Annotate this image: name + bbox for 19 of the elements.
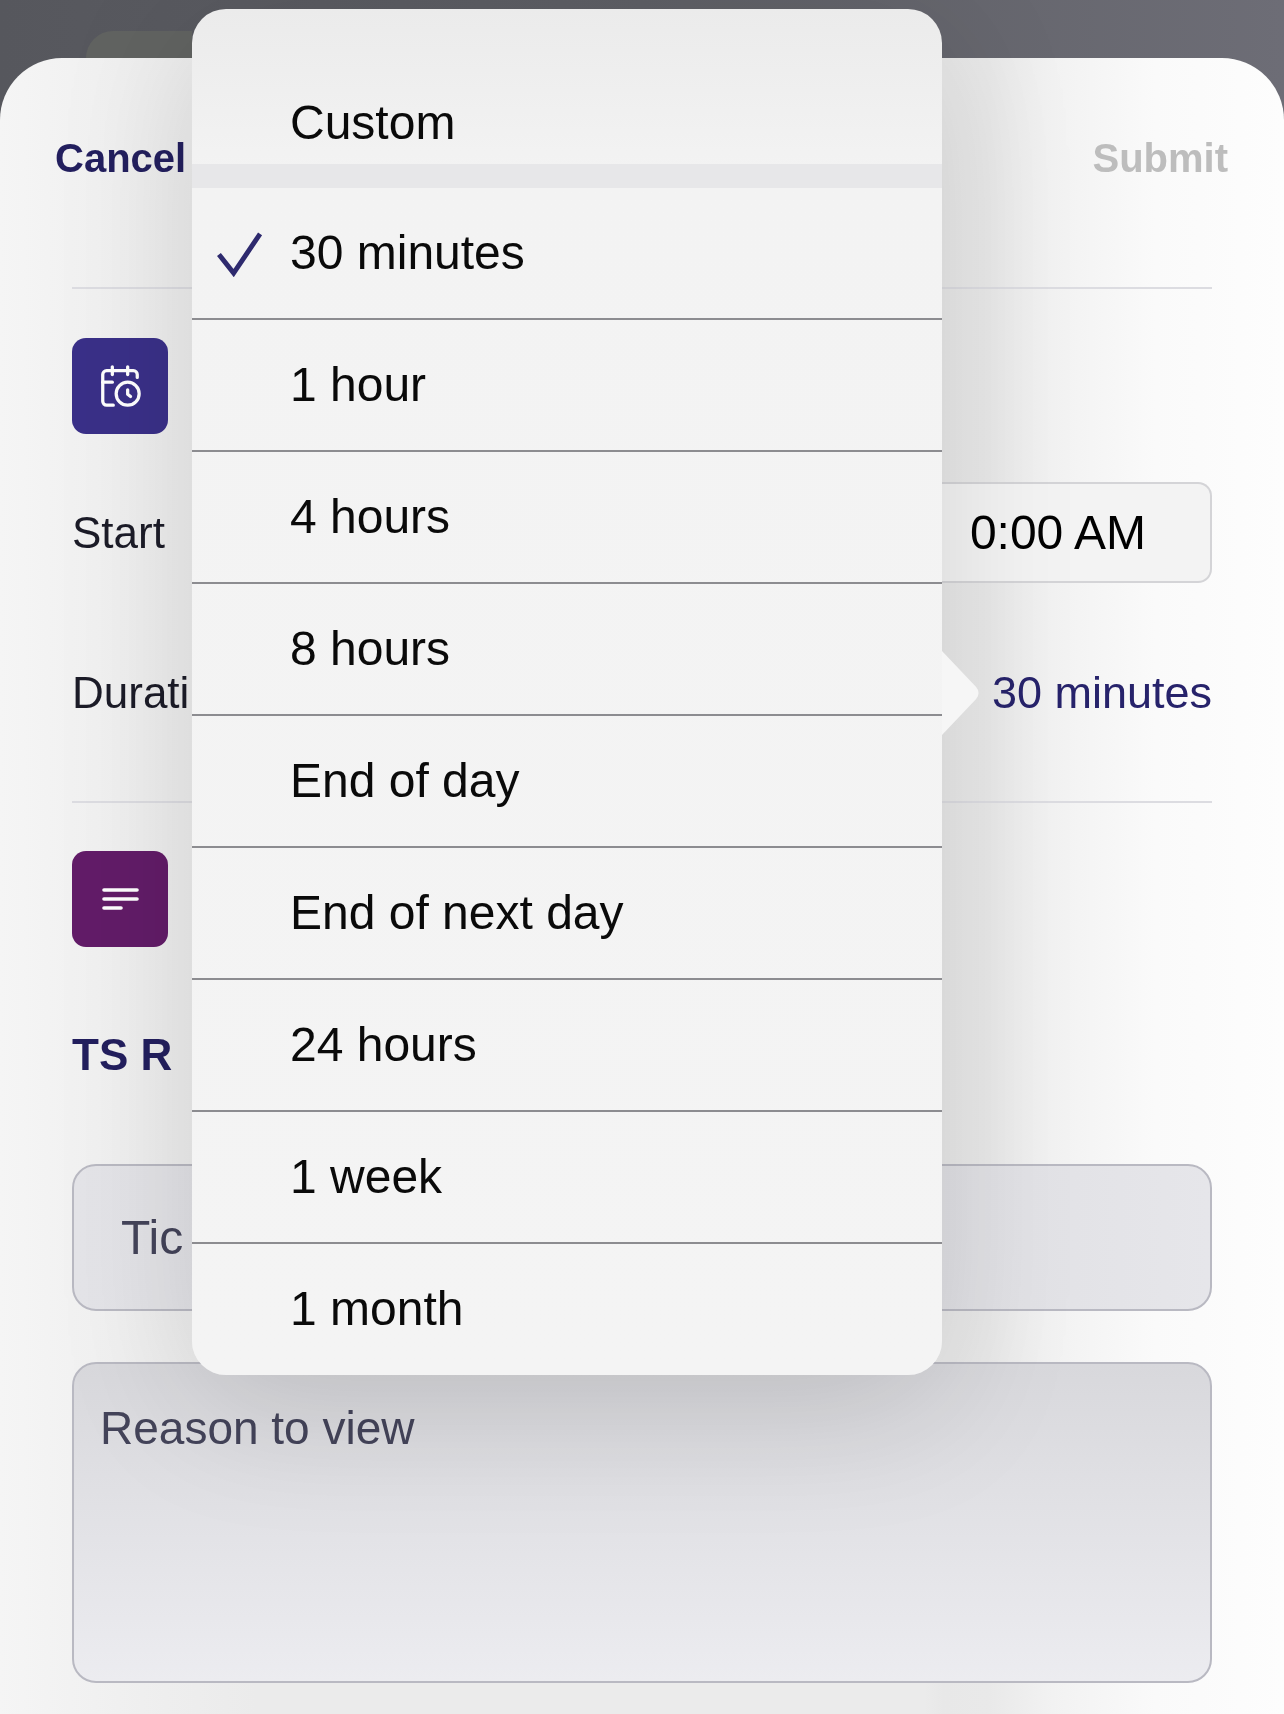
start-time-field[interactable]: 0:00 AM xyxy=(942,482,1212,583)
menu-item[interactable]: 4 hours xyxy=(192,450,942,582)
menu-item[interactable]: End of next day xyxy=(192,846,942,978)
text-lines-icon xyxy=(72,851,168,947)
reason-field[interactable]: Reason to view xyxy=(72,1362,1212,1683)
menu-item[interactable]: 24 hours xyxy=(192,978,942,1110)
duration-label: Durati xyxy=(72,666,190,719)
cancel-button[interactable]: Cancel xyxy=(55,133,187,183)
menu-item[interactable]: 1 week xyxy=(192,1110,942,1242)
duration-picker[interactable]: 30 minutes xyxy=(991,665,1212,720)
menu-item[interactable]: 1 hour xyxy=(192,318,942,450)
calendar-clock-icon xyxy=(72,338,168,434)
menu-item[interactable]: End of day xyxy=(192,714,942,846)
menu-item[interactable]: 1 month xyxy=(192,1242,942,1374)
start-label: Start xyxy=(72,506,165,559)
menu-item[interactable]: Custom xyxy=(192,9,942,164)
menu-item[interactable]: 8 hours xyxy=(192,582,942,714)
menu-item[interactable]: 30 minutes xyxy=(192,188,942,318)
section-title: TS R xyxy=(72,1030,173,1080)
